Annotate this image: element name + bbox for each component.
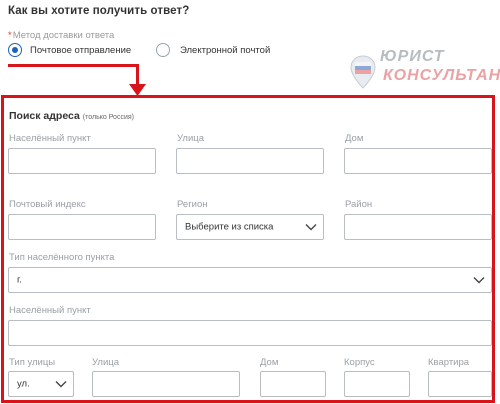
radio-email[interactable] [156,43,170,57]
region-select[interactable]: Выберите из списка [176,214,324,240]
district-label: Район [345,199,373,210]
locality-type-select-value: г. [17,274,22,286]
chevron-down-icon [305,224,317,231]
street2-label: Улица [92,357,119,368]
delivery-method-label: *Метод доставки ответа [8,30,114,41]
watermark-line2: КОНСУЛЬТАНТ [383,67,500,84]
street-input[interactable] [176,148,324,174]
address-search-title-text: Поиск адреса [9,110,80,122]
district-input[interactable] [344,214,492,240]
locality-input[interactable] [8,148,156,174]
radio-email-label[interactable]: Электронной почтой [180,45,270,56]
radio-postal-label[interactable]: Почтовое отправление [30,45,131,56]
locality2-input[interactable] [8,320,492,346]
postcode-label: Почтовый индекс [9,199,86,210]
house2-input[interactable] [260,371,326,397]
postcode-input[interactable] [8,214,156,240]
street-label: Улица [177,133,204,144]
street2-input[interactable] [92,371,240,397]
address-search-note: (только Россия) [82,114,134,121]
locality-label: Населённый пункт [9,133,91,144]
chevron-down-icon [473,277,485,284]
location-pin-flag-icon [350,55,376,89]
house-label: Дом [345,133,364,144]
region-label: Регион [177,199,208,210]
question-heading: Как вы хотите получить ответ? [8,5,190,17]
chevron-down-icon [55,381,67,388]
locality-type-label: Тип населённого пункта [9,252,115,263]
annotation-line-horizontal [8,64,138,67]
street-type-select-value: ул. [17,378,30,390]
delivery-method-label-text: Метод доставки ответа [12,30,115,41]
locality-type-select[interactable]: г. [8,267,492,293]
locality2-label: Населённый пункт [9,305,91,316]
house2-label: Дом [260,357,279,368]
radio-postal[interactable] [8,43,22,57]
house-input[interactable] [344,148,492,174]
address-search-title: Поиск адреса (только Россия) [9,110,134,122]
required-mark: * [8,30,12,41]
region-select-value: Выберите из списка [185,221,274,233]
building-input[interactable] [344,371,410,397]
building-label: Корпус [344,357,375,368]
street-type-select[interactable]: ул. [8,371,74,397]
apartment-input[interactable] [428,371,492,397]
street-type-label: Тип улицы [9,357,56,368]
apartment-label: Квартира [428,357,470,368]
watermark-line1: ЮРИСТ [380,48,445,65]
